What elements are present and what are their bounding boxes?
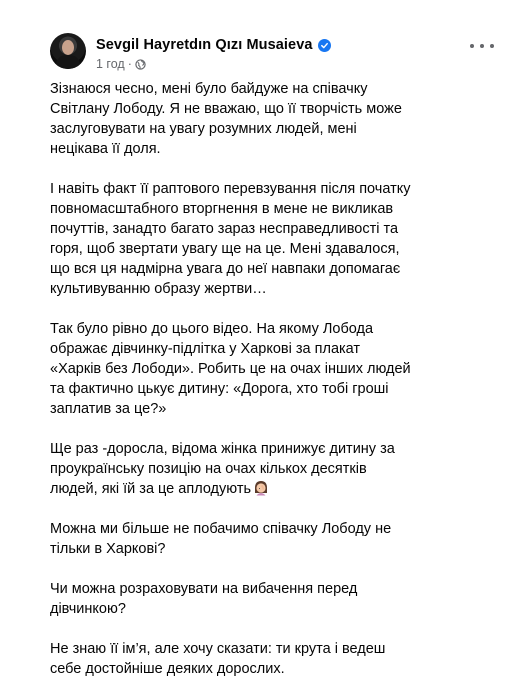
post-text: Зізнаюся чесно, мені було байдуже на спі… [50,79,430,699]
globe-icon[interactable] [135,58,146,70]
paragraph-4-text: Ще раз -доросла, відома жінка принижує д… [50,441,395,497]
author-avatar[interactable] [50,33,86,69]
author-name[interactable]: Sevgil Hayretdın Qızı Musaieva [96,37,313,53]
verified-badge-icon [317,38,331,52]
post-time[interactable]: 1 год [96,57,125,71]
paragraph-3: Так було рівно до цього відео. На якому … [50,321,411,417]
facebook-post: Sevgil Hayretdın Qızı Musaieva 1 год · З… [0,0,516,677]
paragraph-2: І навіть факт її раптового перевзування … [50,181,411,297]
woman-facepalming-emoji-icon [253,480,269,496]
paragraph-6: Чи можна розраховувати на вибачення пере… [50,581,358,617]
paragraph-1: Зізнаюся чесно, мені було байдуже на спі… [50,81,402,157]
more-options-icon[interactable] [470,41,494,51]
author-name-row: Sevgil Hayretdın Qızı Musaieva [96,37,331,53]
post-meta: 1 год · [96,57,146,71]
meta-separator: · [127,57,132,71]
post-header: Sevgil Hayretdın Qızı Musaieva 1 год · [50,33,496,77]
paragraph-7: Не знаю її ім’я, але хочу сказати: ти кр… [50,641,386,677]
paragraph-5: Можна ми більше не побачимо співачку Лоб… [50,521,392,557]
paragraph-4: Ще раз -доросла, відома жінка принижує д… [50,439,430,499]
